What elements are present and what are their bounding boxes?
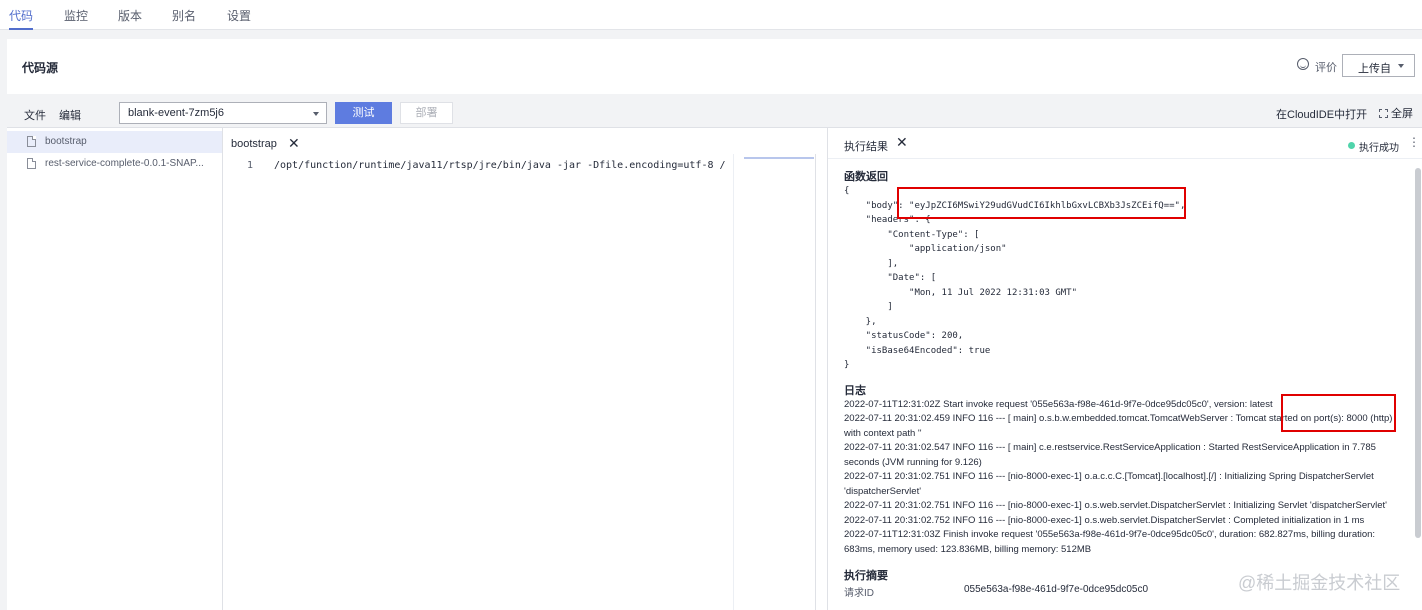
success-dot-icon (1348, 142, 1355, 149)
editor-tab-bootstrap[interactable]: bootstrap ✕ (223, 128, 313, 154)
port-highlight-box (1281, 394, 1396, 432)
line-number: 1 (247, 160, 254, 171)
upload-from-label: 上传自 (1358, 63, 1391, 75)
file-name: rest-service-complete-0.0.1-SNAP... (45, 158, 204, 169)
log-line: 683ms, memory used: 123.836MB, billing m… (844, 544, 1092, 555)
file-menu[interactable]: 文件 (24, 107, 46, 123)
edit-menu[interactable]: 编辑 (59, 107, 81, 123)
tab-monitor[interactable]: 监控 (64, 7, 88, 30)
json-line: } (844, 360, 850, 370)
status-badge: 执行成功 (1359, 143, 1399, 154)
chevron-down-icon (1398, 64, 1404, 68)
json-line: "Mon, 11 Jul 2022 12:31:03 GMT" (844, 288, 1077, 298)
request-id-value: 055e563a-f98e-461d-9f7e-0dce95dc05c0 (964, 584, 1149, 595)
result-scrollbar[interactable] (1415, 168, 1421, 538)
file-tree: bootstrap rest-service-complete-0.0.1-SN… (7, 128, 223, 610)
function-select-value: blank-event-7zm5j6 (128, 107, 224, 119)
tab-version[interactable]: 版本 (118, 7, 142, 30)
editor-toolbar: 文件 编辑 blank-event-7zm5j6 测试 部署 在CloudIDE… (7, 96, 1422, 128)
log-line: seconds (JVM running for 9.126) (844, 457, 982, 468)
close-icon[interactable]: ✕ (288, 135, 300, 152)
log-line: 2022-07-11 20:31:02.751 INFO 116 --- [ni… (844, 471, 1374, 482)
function-return-title: 函数返回 (844, 171, 888, 183)
json-line: ], (844, 259, 899, 269)
minimap-line (744, 157, 814, 159)
file-icon (27, 136, 36, 147)
log-line: 2022-07-11 20:31:02.547 INFO 116 --- [ m… (844, 442, 1376, 453)
code-area[interactable]: bootstrap ✕ 1 /opt/function/runtime/java… (223, 128, 826, 610)
json-line: "Date": [ (844, 273, 937, 283)
open-in-cloudide-link[interactable]: 在CloudIDE中打开 (1276, 106, 1367, 122)
function-select[interactable]: blank-event-7zm5j6 (119, 102, 327, 124)
upload-from-button[interactable]: 上传自 (1342, 54, 1415, 77)
log-line: 'dispatcherServlet' (844, 486, 922, 497)
rate-link[interactable]: 评价 (1315, 59, 1337, 75)
smile-icon[interactable] (1297, 58, 1309, 70)
fullscreen-icon (1379, 109, 1388, 118)
request-id-label: 请求ID (844, 588, 874, 599)
code-editor-panel: 文件 编辑 blank-event-7zm5j6 测试 部署 在CloudIDE… (7, 96, 1422, 610)
log-line: 2022-07-11 20:31:02.751 INFO 116 --- [ni… (844, 500, 1387, 511)
log-title: 日志 (844, 385, 866, 397)
code-scrollbar[interactable] (815, 154, 816, 610)
deploy-button[interactable]: 部署 (400, 102, 453, 124)
body-highlight-box (897, 187, 1186, 219)
more-options-icon[interactable]: ⋮ (1408, 135, 1420, 149)
editor-tab-label: bootstrap (231, 138, 277, 150)
log-line: 2022-07-11T12:31:03Z Finish invoke reque… (844, 529, 1376, 540)
top-tab-bar: 代码 监控 版本 别名 设置 (0, 0, 1422, 30)
file-item-bootstrap[interactable]: bootstrap (7, 131, 222, 153)
code-line[interactable]: /opt/function/runtime/java11/rtsp/jre/bi… (274, 160, 734, 171)
divider (828, 158, 1422, 159)
fullscreen-label: 全屏 (1391, 108, 1413, 120)
log-line: 2022-07-11 20:31:02.752 INFO 116 --- [ni… (844, 515, 1365, 526)
json-line: "statusCode": 200, (844, 331, 964, 341)
watermark: @稀土掘金技术社区 (1238, 573, 1401, 593)
tab-settings[interactable]: 设置 (227, 7, 251, 30)
file-name: bootstrap (45, 136, 87, 147)
fullscreen-button[interactable]: 全屏 (1379, 105, 1413, 121)
code-source-header: 代码源 评价 上传自 (7, 39, 1422, 94)
test-button[interactable]: 测试 (335, 102, 392, 124)
page-title: 代码源 (22, 61, 59, 75)
minimap[interactable] (733, 154, 815, 610)
tab-alias[interactable]: 别名 (172, 7, 196, 30)
json-line: { (844, 186, 850, 196)
json-line: "application/json" (844, 244, 1007, 254)
json-line: }, (844, 317, 877, 327)
result-tab-label[interactable]: 执行结果 (844, 138, 888, 154)
execution-summary-title: 执行摘要 (844, 570, 888, 582)
file-icon (27, 158, 36, 169)
json-line: "Content-Type": [ (844, 230, 980, 240)
json-line: "isBase64Encoded": true (844, 346, 991, 356)
close-icon[interactable]: ✕ (896, 134, 908, 151)
json-line: ] (844, 302, 893, 312)
file-item-jar[interactable]: rest-service-complete-0.0.1-SNAP... (7, 153, 222, 175)
chevron-down-icon (313, 112, 319, 116)
tab-code[interactable]: 代码 (9, 7, 34, 30)
